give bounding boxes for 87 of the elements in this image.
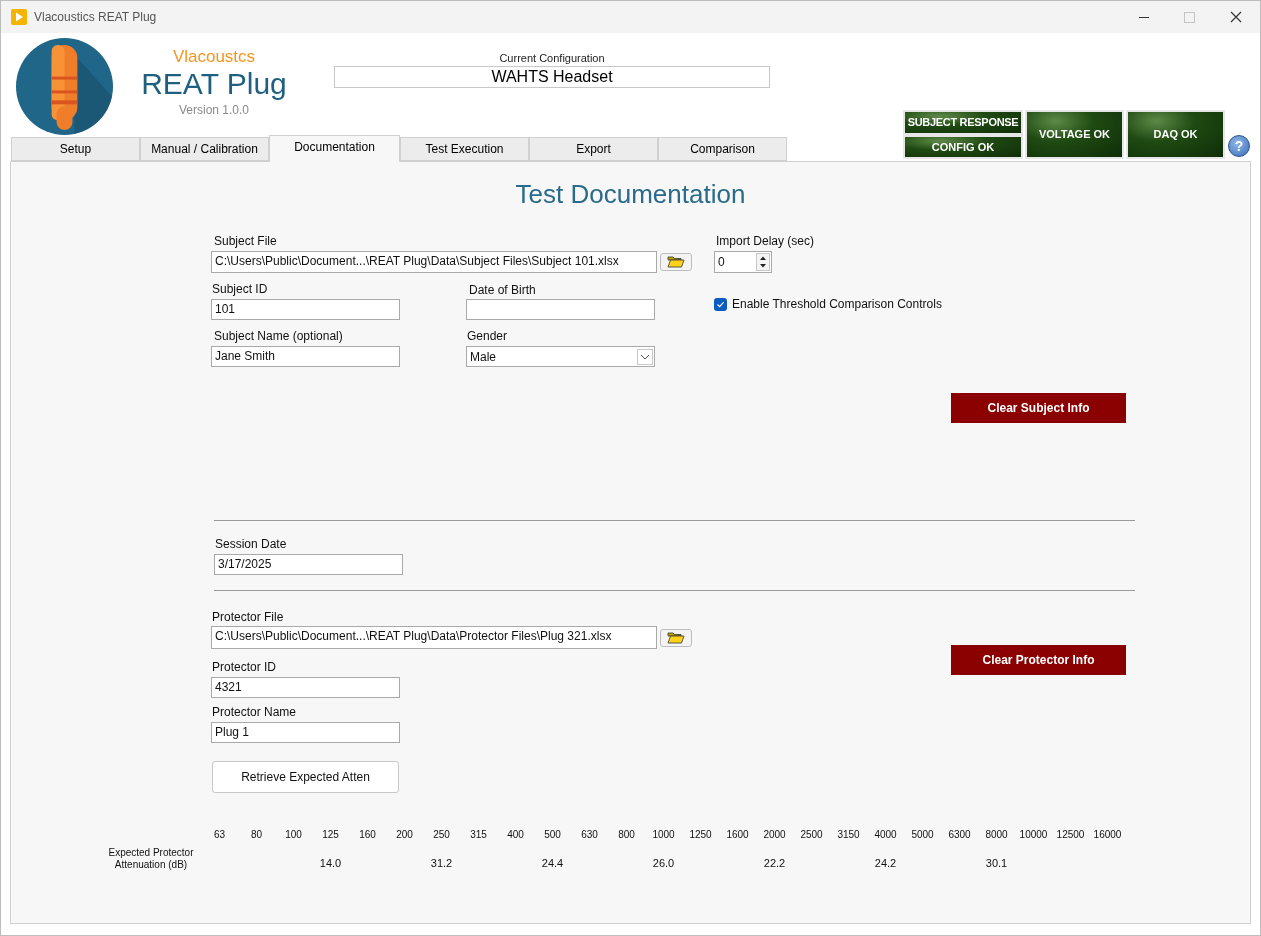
app-name: REAT Plug [141, 68, 287, 100]
field-label: Subject File [214, 233, 278, 249]
field-label: Date of Birth [469, 282, 537, 298]
attenuation-value: 26.0 [652, 856, 675, 871]
frequency-header: 200 [396, 828, 413, 842]
text-field[interactable]: 4321 [211, 677, 400, 698]
check-icon [716, 299, 725, 309]
folder-icon [667, 256, 685, 268]
window-title: Vlacoustics REAT Plug [34, 9, 157, 26]
checkbox-label: Enable Threshold Comparison Controls [732, 296, 942, 313]
text-field[interactable]: Plug 1 [211, 722, 400, 743]
frequency-header: 6300 [948, 828, 971, 842]
field-label: Import Delay (sec) [716, 233, 816, 249]
frequency-header: 2500 [800, 828, 823, 842]
browse-button[interactable] [660, 628, 692, 647]
tab[interactable]: Test Execution [400, 137, 529, 161]
field-label: Protector File [212, 609, 285, 625]
date-field[interactable] [466, 299, 655, 320]
checkbox[interactable] [714, 297, 727, 311]
frequency-header: 16000 [1093, 828, 1122, 842]
gender-dropdown[interactable]: Male [466, 346, 655, 367]
status-indicator: SUBJECT RESPONSE [903, 110, 1023, 135]
attenuation-value: 30.1 [985, 856, 1008, 871]
chevron-down-icon [640, 353, 650, 360]
field-label: Protector ID [212, 659, 278, 675]
frequency-header: 315 [470, 828, 487, 842]
status-indicator: VOLTAGE OK [1025, 110, 1124, 159]
frequency-header: 1600 [726, 828, 749, 842]
frequency-header: 1000 [652, 828, 675, 842]
frequency-header: 400 [507, 828, 524, 842]
text-field[interactable]: Jane Smith [211, 346, 400, 367]
tab[interactable]: Export [529, 137, 658, 161]
frequency-header: 4000 [874, 828, 897, 842]
text-field[interactable]: 101 [211, 299, 400, 320]
import-delay-spinner[interactable]: 0 [714, 251, 772, 273]
frequency-header: 12500 [1056, 828, 1085, 842]
app-icon [11, 9, 27, 25]
config-field: WAHTS Headset [334, 66, 770, 88]
clear-subject-button[interactable]: Clear Subject Info [951, 393, 1126, 423]
page-title: Test Documentation [514, 178, 747, 211]
frequency-header: 3150 [837, 828, 860, 842]
dropdown-value: Male [470, 348, 496, 366]
logo-icon [15, 37, 114, 136]
frequency-header: 630 [581, 828, 598, 842]
frequency-header: 1250 [689, 828, 712, 842]
frequency-header: 10000 [1019, 828, 1048, 842]
tab[interactable]: Documentation [269, 135, 400, 162]
frequency-header: 250 [433, 828, 450, 842]
spin-arrows-icon[interactable] [756, 253, 770, 271]
attenuation-value: 22.2 [763, 856, 786, 871]
field-label: Subject ID [212, 281, 269, 297]
brand-name: Vlacoustcs [172, 46, 256, 68]
frequency-header: 80 [250, 828, 263, 842]
frequency-header: 5000 [911, 828, 934, 842]
tab[interactable]: Manual / Calibration [140, 137, 269, 161]
attenuation-value: 24.4 [541, 856, 564, 871]
frequency-header: 100 [285, 828, 302, 842]
clear-protector-button[interactable]: Clear Protector Info [951, 645, 1126, 675]
browse-button[interactable] [660, 253, 692, 271]
field-label: Subject Name (optional) [214, 328, 344, 344]
close-icon[interactable] [1230, 11, 1242, 23]
folder-icon [667, 631, 685, 644]
attenuation-value: 31.2 [430, 856, 453, 871]
field-label: Gender [467, 328, 509, 344]
status-indicator: CONFIG OK [903, 135, 1023, 159]
frequency-header: 63 [213, 828, 226, 842]
tab[interactable]: Comparison [658, 137, 787, 161]
attenuation-value: 24.2 [874, 856, 897, 871]
version-text: Version 1.0.0 [178, 102, 250, 119]
config-label: Current Configuration [499, 51, 605, 65]
retrieve-button[interactable]: Retrieve Expected Atten [212, 761, 399, 793]
frequency-header: 800 [618, 828, 635, 842]
frequency-header: 160 [359, 828, 376, 842]
frequency-header: 2000 [763, 828, 786, 842]
file-path-field[interactable]: C:\Users\Public\Document...\REAT Plug\Data\Protector Files\Plug 321.xlsx [211, 626, 657, 649]
attenuation-value: 14.0 [319, 856, 342, 871]
date-field[interactable]: 3/17/2025 [214, 554, 403, 575]
tab[interactable]: Setup [11, 137, 140, 161]
frequency-header: 125 [322, 828, 339, 842]
field-label: Protector Name [212, 704, 298, 720]
row-label: Expected Protector Attenuation (dB) [107, 847, 195, 871]
field-label: Session Date [215, 536, 288, 552]
status-indicator: DAQ OK [1126, 110, 1225, 159]
spinner-value: 0 [718, 254, 725, 271]
frequency-header: 8000 [985, 828, 1008, 842]
frequency-header: 500 [544, 828, 561, 842]
file-path-field[interactable]: C:\Users\Public\Document...\REAT Plug\Data\Subject Files\Subject 101.xlsx [211, 251, 657, 273]
